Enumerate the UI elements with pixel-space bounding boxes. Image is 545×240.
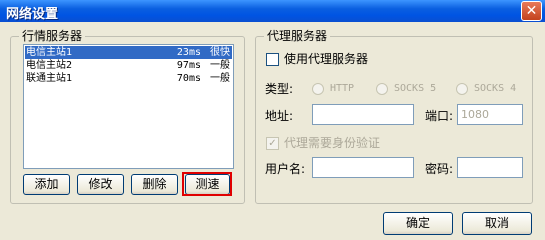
server-latency: 70ms [176, 73, 201, 84]
username-input[interactable] [312, 157, 414, 178]
server-status: 一般 [210, 73, 230, 84]
password-input[interactable] [457, 157, 523, 178]
server-status: 一般 [210, 60, 230, 71]
close-button[interactable]: ✕ [521, 1, 542, 21]
radio-socks4-label: SOCKS 4 [474, 83, 517, 94]
delete-server-button[interactable]: 删除 [131, 174, 178, 195]
server-list[interactable]: 电信主站1 23ms 很快 电信主站2 97ms 一般 联通主站1 70ms 一… [23, 44, 234, 169]
server-name: 电信主站2 [26, 60, 73, 71]
server-row[interactable]: 电信主站1 23ms 很快 [25, 46, 232, 59]
radio-http-label: HTTP [330, 83, 355, 94]
edit-server-button[interactable]: 修改 [77, 174, 124, 195]
address-label: 地址: [265, 109, 294, 123]
speed-test-highlight [182, 172, 232, 196]
radio-socks5[interactable] [376, 83, 388, 95]
address-input[interactable] [312, 104, 414, 125]
close-icon: ✕ [525, 3, 538, 19]
title-bar[interactable]: 网络设置 ✕ [0, 0, 545, 22]
password-label: 密码: [425, 162, 454, 176]
server-name: 电信主站1 [26, 47, 73, 58]
check-icon: ✓ [268, 138, 277, 149]
ok-button[interactable]: 确定 [383, 212, 453, 235]
quote-servers-legend: 行情服务器 [19, 29, 86, 43]
server-name: 联通主站1 [26, 73, 73, 84]
radio-socks4[interactable] [456, 83, 468, 95]
server-row[interactable]: 联通主站1 70ms 一般 [25, 72, 232, 85]
auth-label: 代理需要身份验证 [284, 136, 381, 150]
add-server-button[interactable]: 添加 [23, 174, 70, 195]
username-label: 用户名: [265, 162, 306, 176]
server-latency: 23ms [176, 47, 201, 58]
server-row[interactable]: 电信主站2 97ms 一般 [25, 59, 232, 72]
cancel-button[interactable]: 取消 [462, 212, 532, 235]
proxy-legend: 代理服务器 [264, 29, 331, 43]
radio-http[interactable] [312, 83, 324, 95]
port-input[interactable]: 1080 [457, 104, 523, 125]
use-proxy-checkbox[interactable] [266, 53, 279, 66]
radio-socks5-label: SOCKS 5 [394, 83, 437, 94]
network-settings-dialog: 网络设置 ✕ 行情服务器 电信主站1 23ms 很快 电信主站2 97ms 一般… [0, 0, 545, 240]
port-label: 端口: [425, 109, 454, 123]
window-title: 网络设置 [6, 7, 59, 22]
server-status: 很快 [210, 47, 230, 58]
proxy-type-label: 类型: [265, 82, 294, 96]
server-latency: 97ms [176, 60, 201, 71]
use-proxy-label: 使用代理服务器 [284, 52, 369, 66]
auth-checkbox[interactable]: ✓ [266, 137, 279, 150]
